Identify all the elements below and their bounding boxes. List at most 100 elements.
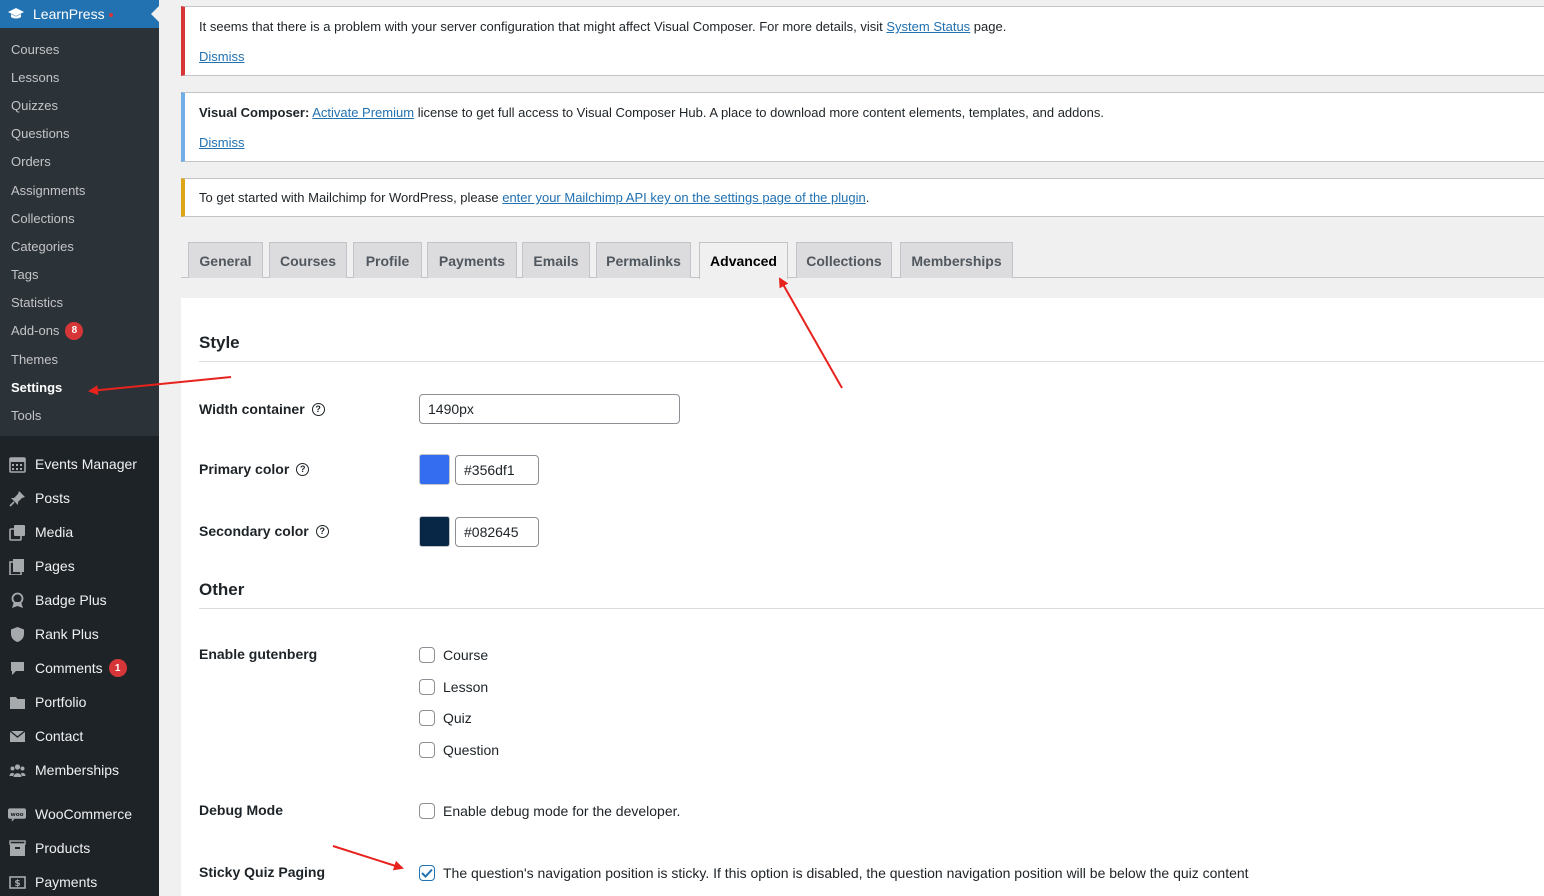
dismiss-link[interactable]: Dismiss (199, 49, 245, 64)
menu-label: Badge Plus (35, 592, 107, 608)
woo-icon: woo (8, 805, 26, 823)
calendar-icon (8, 455, 26, 473)
notice-text-after: page. (970, 19, 1007, 34)
submenu-item-assignments[interactable]: Assignments (0, 176, 159, 204)
submenu-item-tools[interactable]: Tools (0, 401, 159, 429)
secondary-color-label: Secondary color? (199, 523, 329, 539)
checkbox-label: The question's navigation position is st… (443, 865, 1249, 881)
debug-mode-label: Debug Mode (199, 802, 283, 818)
comment-icon (8, 659, 26, 677)
menu-label: Events Manager (35, 456, 137, 472)
help-icon[interactable]: ? (311, 402, 325, 416)
submenu-item-settings[interactable]: Settings (0, 373, 159, 401)
tab-courses[interactable]: Courses (269, 242, 347, 278)
shield-icon (8, 625, 26, 643)
menu-item-products[interactable]: Products (0, 831, 159, 865)
system-status-link[interactable]: System Status (886, 19, 970, 34)
menu-separator (0, 787, 159, 797)
menu-item-badge-plus[interactable]: Badge Plus (0, 583, 159, 617)
submenu-label: Categories (11, 238, 74, 254)
menu-item-learnpress[interactable]: LearnPress (0, 0, 159, 28)
people-icon (8, 761, 26, 779)
menu-label: Pages (35, 558, 75, 574)
menu-label: Posts (35, 490, 71, 506)
menu-item-woocommerce[interactable]: woo WooCommerce (0, 797, 159, 831)
submenu-item-orders[interactable]: Orders (0, 148, 159, 176)
menu-label: Comments (35, 660, 103, 676)
menu-label: Memberships (35, 762, 120, 778)
checkbox-box[interactable] (419, 803, 435, 819)
checkmark-icon (421, 868, 433, 878)
dismiss-link[interactable]: Dismiss (199, 135, 245, 150)
gutenberg-quiz-checkbox[interactable]: Quiz (419, 710, 472, 726)
menu-item-label: LearnPress (33, 6, 105, 22)
folder-icon (8, 693, 26, 711)
primary-color-swatch[interactable] (419, 454, 450, 485)
tab-profile[interactable]: Profile (353, 242, 422, 278)
submenu-item-lessons[interactable]: Lessons (0, 63, 159, 91)
tab-advanced[interactable]: Advanced (699, 242, 788, 279)
secondary-color-input[interactable]: #082645 (455, 517, 539, 547)
tab-emails[interactable]: Emails (522, 242, 590, 278)
menu-item-comments[interactable]: Comments 1 (0, 651, 159, 685)
submenu-item-courses[interactable]: Courses (0, 35, 159, 63)
tab-label: Advanced (710, 253, 777, 269)
tab-general[interactable]: General (188, 242, 263, 278)
notice-strong: Visual Composer: (199, 105, 310, 120)
tab-permalinks[interactable]: Permalinks (596, 242, 691, 278)
submenu-item-quizzes[interactable]: Quizzes (0, 91, 159, 119)
menu-item-pages[interactable]: Pages (0, 549, 159, 583)
submenu-item-themes[interactable]: Themes (0, 345, 159, 373)
menu-item-payments[interactable]: $ Payments (0, 865, 159, 896)
secondary-color-swatch[interactable] (419, 516, 450, 547)
submenu-item-collections[interactable]: Collections (0, 204, 159, 232)
label-text: Width container (199, 401, 305, 417)
submenu-item-tags[interactable]: Tags (0, 261, 159, 289)
checkbox-box[interactable] (419, 710, 435, 726)
tab-label: Payments (438, 252, 506, 269)
checkbox-box[interactable] (419, 742, 435, 758)
checkbox-checked[interactable] (419, 865, 435, 881)
submenu-label: Courses (11, 41, 60, 57)
menu-item-contact[interactable]: Contact (0, 719, 159, 753)
gutenberg-course-checkbox[interactable]: Course (419, 647, 488, 663)
checkbox-box[interactable] (419, 679, 435, 695)
submenu-item-addons[interactable]: Add-ons 8 (0, 317, 159, 345)
primary-color-input[interactable]: #356df1 (455, 455, 539, 485)
submenu-item-categories[interactable]: Categories (0, 232, 159, 260)
tab-payments[interactable]: Payments (427, 242, 517, 278)
submenu-item-questions[interactable]: Questions (0, 120, 159, 148)
tab-memberships[interactable]: Memberships (900, 242, 1013, 278)
learnpress-submenu: Courses Lessons Quizzes Questions Orders… (0, 28, 159, 436)
help-icon[interactable]: ? (315, 524, 329, 538)
menu-item-rank-plus[interactable]: Rank Plus (0, 617, 159, 651)
menu-item-media[interactable]: Media (0, 515, 159, 549)
menu-item-memberships[interactable]: Memberships (0, 753, 159, 787)
envelope-icon (8, 727, 26, 745)
tab-label: Collections (806, 252, 882, 269)
gutenberg-lesson-checkbox[interactable]: Lesson (419, 679, 488, 695)
section-heading-style: Style (199, 333, 240, 352)
submenu-label: Questions (11, 126, 70, 142)
menu-label: WooCommerce (35, 806, 132, 822)
menu-item-posts[interactable]: Posts (0, 481, 159, 515)
menu-item-events-manager[interactable]: Events Manager (0, 447, 159, 481)
primary-color-label: Primary color? (199, 461, 310, 477)
mailchimp-settings-link[interactable]: enter your Mailchimp API key on the sett… (502, 190, 866, 205)
sticky-quiz-paging-checkbox[interactable]: The question's navigation position is st… (419, 865, 1249, 881)
menu-item-portfolio[interactable]: Portfolio (0, 685, 159, 719)
help-icon[interactable]: ? (296, 462, 310, 476)
activate-premium-link[interactable]: Activate Premium (312, 105, 414, 120)
graduation-cap-icon (8, 8, 24, 19)
tab-collections[interactable]: Collections (796, 242, 892, 278)
checkbox-label: Question (443, 742, 500, 758)
checkbox-label: Course (443, 647, 489, 663)
divider (199, 361, 1544, 362)
gutenberg-question-checkbox[interactable]: Question (419, 742, 499, 758)
enable-gutenberg-label: Enable gutenberg (199, 646, 318, 662)
submenu-item-statistics[interactable]: Statistics (0, 289, 159, 317)
checkbox-box[interactable] (419, 647, 435, 663)
tab-label: Courses (279, 252, 337, 269)
debug-mode-checkbox[interactable]: Enable debug mode for the developer. (419, 803, 680, 819)
width-container-input[interactable]: 1490px (419, 394, 680, 424)
